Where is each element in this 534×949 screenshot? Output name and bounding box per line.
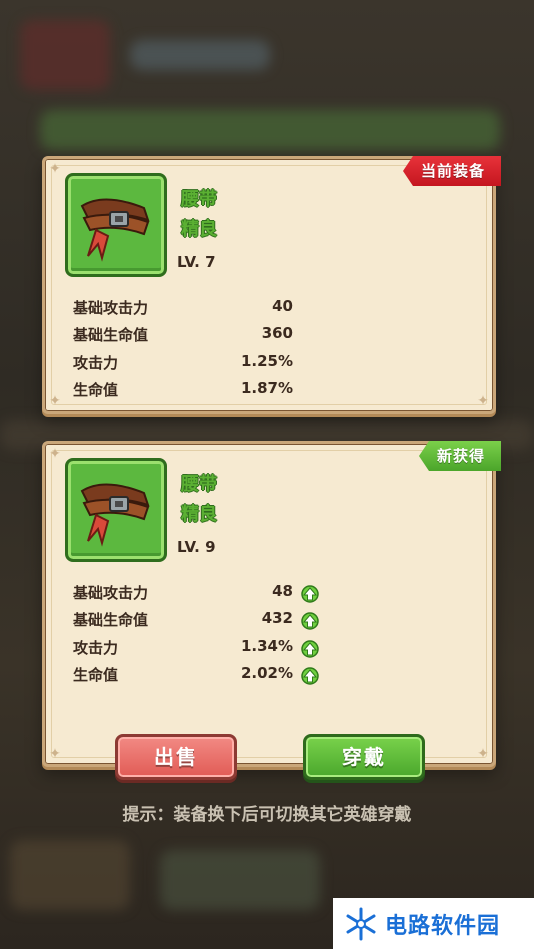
stat-value: 360 (261, 324, 293, 342)
hint-text: 提示：装备换下后可切换其它英雄穿戴 (122, 805, 412, 825)
new-equipment-card: ✦ ✦ ✦ ✦ 新获得 腰带 精良 LV. 9 基础攻击力 48 基础生命值 4… (42, 441, 501, 780)
item-quality: 精良 (181, 219, 217, 240)
belt-icon (80, 198, 150, 262)
new-item-ribbon: 新获得 (418, 441, 501, 471)
sell-button[interactable]: 出售 (115, 734, 237, 780)
stat-value: 48 (272, 582, 293, 600)
stat-label: 基础生命值 (73, 326, 149, 344)
item-quality: 精良 (181, 504, 217, 525)
stat-label: 基础攻击力 (73, 299, 149, 317)
watermark-text: 电路软件园 (385, 913, 501, 939)
stat-label: 攻击力 (73, 354, 119, 372)
item-slot[interactable] (65, 173, 167, 277)
stat-row: 基础攻击力 40 (73, 297, 293, 323)
belt-icon (80, 483, 150, 547)
up-arrow-icon (301, 585, 319, 603)
current-equipment-card: ✦ ✦ ✦ ✦ 当前装备 腰带 精良 LV. 7 基础攻击力 40 基础生命值 … (42, 156, 501, 414)
stat-value: 1.87% (240, 379, 293, 397)
stat-row: 基础生命值 360 (73, 324, 293, 350)
stat-label: 基础攻击力 (73, 584, 149, 602)
item-level: LV. 7 (177, 253, 216, 271)
stat-label: 攻击力 (73, 639, 119, 657)
stat-row: 基础攻击力 48 (73, 582, 319, 608)
corner-ornament: ✦ (49, 393, 61, 409)
corner-ornament: ✦ (49, 161, 61, 177)
stat-label: 生命值 (73, 666, 119, 684)
corner-ornament: ✦ (49, 746, 61, 762)
item-slot[interactable] (65, 458, 167, 562)
stat-value: 2.02% (240, 664, 293, 682)
stat-row: 攻击力 1.34% (73, 637, 319, 663)
equip-button[interactable]: 穿戴 (303, 734, 425, 780)
snowflake-logo-icon (346, 907, 376, 940)
corner-ornament: ✦ (49, 446, 61, 462)
up-arrow-icon (301, 667, 319, 685)
up-arrow-icon (301, 640, 319, 658)
stat-value: 40 (272, 297, 293, 315)
up-arrow-icon (301, 612, 319, 630)
item-name: 腰带 (181, 474, 217, 495)
stat-label: 基础生命值 (73, 611, 149, 629)
watermark: 电路软件园 (333, 898, 534, 949)
item-level: LV. 9 (177, 538, 216, 556)
stat-label: 生命值 (73, 381, 119, 399)
stat-value: 1.34% (240, 637, 293, 655)
corner-ornament: ✦ (477, 393, 489, 409)
corner-ornament: ✦ (477, 746, 489, 762)
current-equipment-ribbon: 当前装备 (402, 156, 501, 186)
stat-row: 基础生命值 432 (73, 609, 319, 635)
stat-row: 攻击力 1.25% (73, 352, 293, 378)
stat-value: 1.25% (240, 352, 293, 370)
stat-value: 432 (261, 609, 293, 627)
item-name: 腰带 (181, 189, 217, 210)
stat-row: 生命值 2.02% (73, 664, 319, 690)
stat-row: 生命值 1.87% (73, 379, 293, 405)
